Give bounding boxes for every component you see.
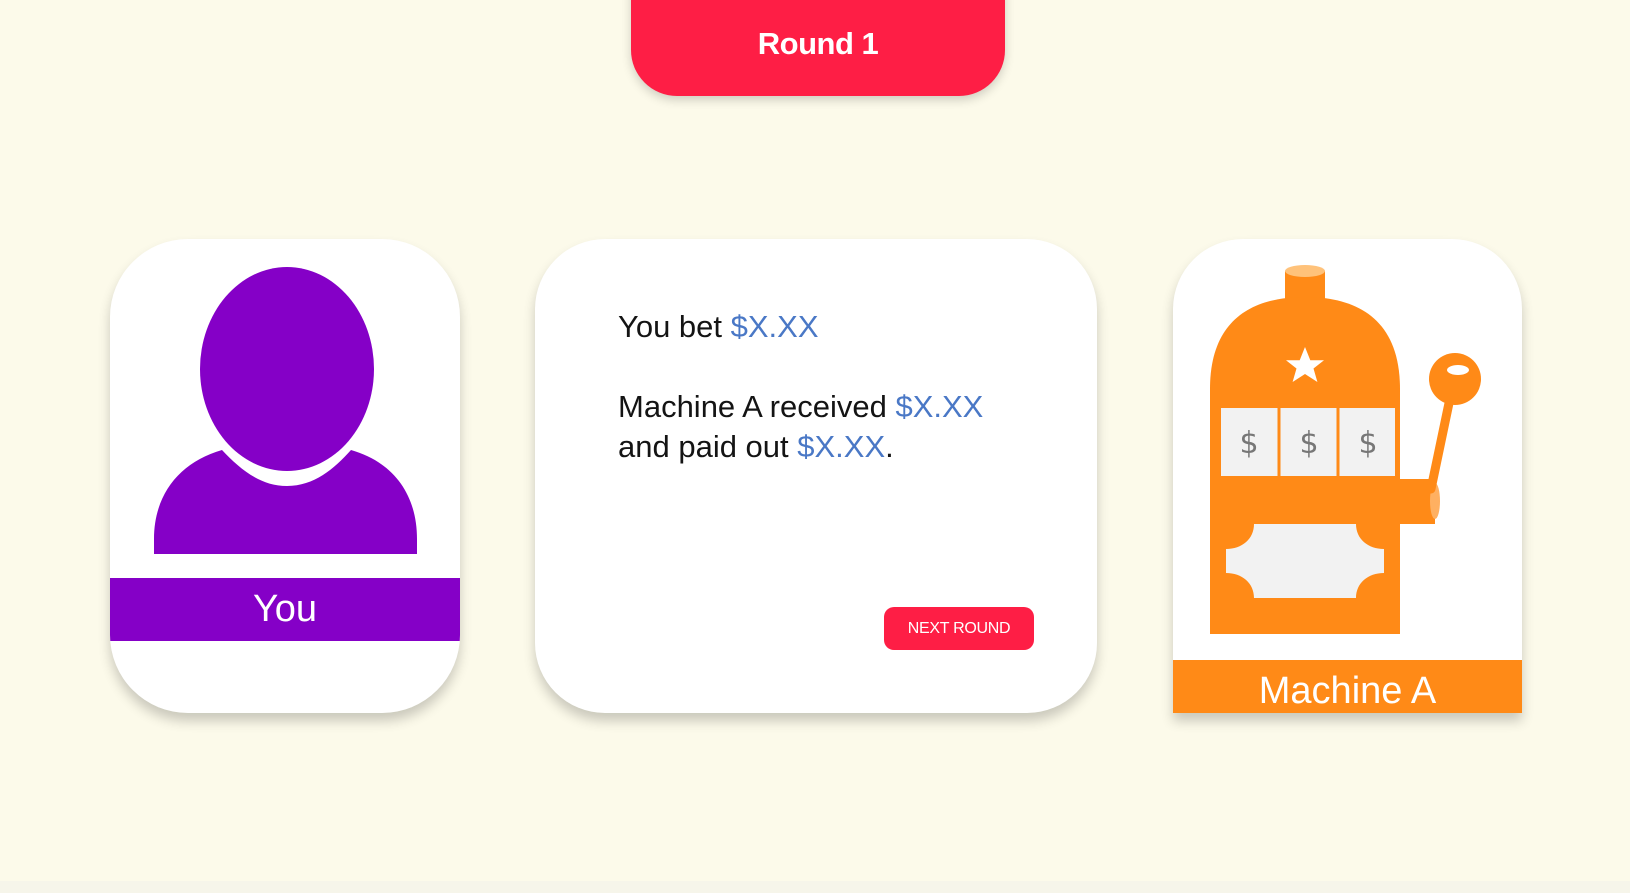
bet-amount: $X.XX xyxy=(730,309,819,344)
paid-suffix: . xyxy=(885,429,894,464)
slot-machine-icon: $ $ $ xyxy=(1210,265,1481,634)
received-prefix: Machine A received xyxy=(618,389,896,424)
player-label: You xyxy=(110,578,460,641)
result-message-card: You bet $X.XX Machine A received $X.XX a… xyxy=(535,239,1097,713)
machine-card: $ $ $ Machine A xyxy=(1173,239,1522,713)
next-round-button[interactable]: NEXT ROUND xyxy=(884,607,1034,650)
reel-symbol-2: $ xyxy=(1299,426,1318,461)
bet-prefix: You bet xyxy=(618,309,731,344)
bottom-strip xyxy=(0,881,1630,893)
reel-symbol-3: $ xyxy=(1358,426,1377,461)
bet-message: You bet $X.XX xyxy=(618,307,819,347)
paid-amount: $X.XX xyxy=(797,429,886,464)
round-title: Round 1 xyxy=(757,26,879,61)
round-header: Round 1 xyxy=(631,0,1005,96)
received-amount: $X.XX xyxy=(895,389,984,424)
person-icon xyxy=(154,267,417,554)
player-card: You xyxy=(110,239,460,713)
paid-message: and paid out $X.XX. xyxy=(618,427,894,467)
received-message: Machine A received $X.XX xyxy=(618,387,983,427)
paid-prefix: and paid out xyxy=(618,429,798,464)
machine-label: Machine A xyxy=(1173,660,1522,713)
reel-symbol-1: $ xyxy=(1239,426,1258,461)
